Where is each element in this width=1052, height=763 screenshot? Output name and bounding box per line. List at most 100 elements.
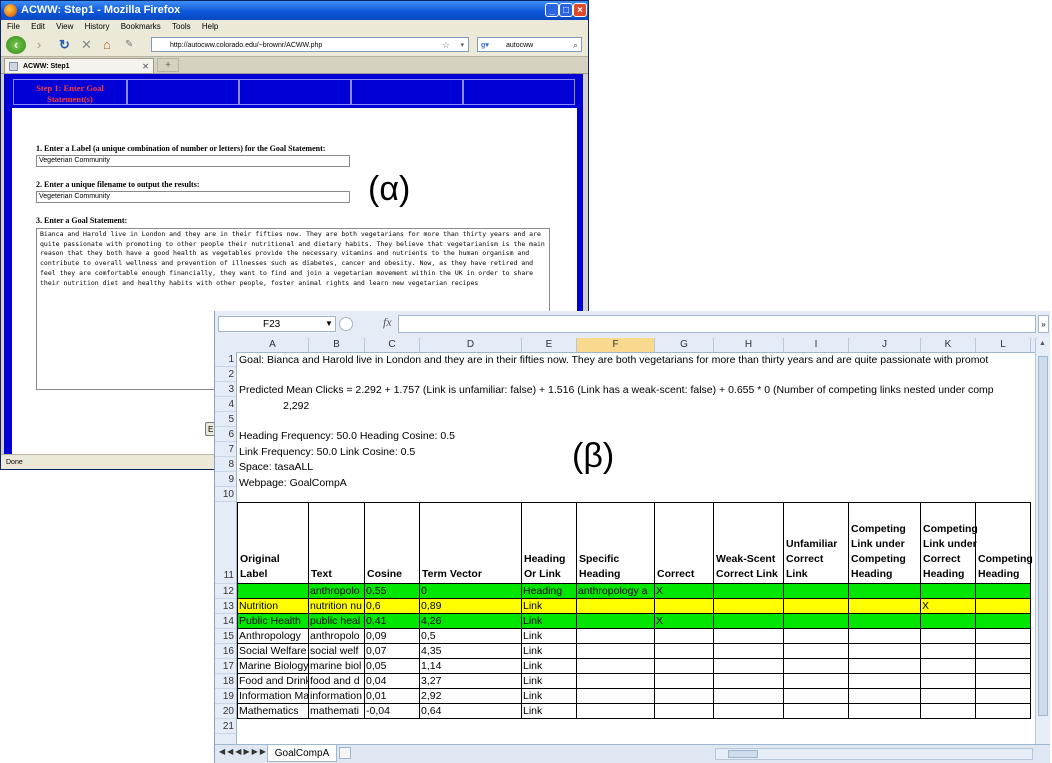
table-cell[interactable]: 0,04 bbox=[365, 674, 420, 689]
table-cell[interactable]: X bbox=[655, 584, 714, 599]
table-cell[interactable] bbox=[921, 584, 976, 599]
link-frequency-row[interactable]: Link Frequency: 50.0 Link Cosine: 0.5 bbox=[239, 446, 415, 458]
table-cell[interactable] bbox=[714, 704, 784, 719]
column-header-e[interactable]: E bbox=[522, 338, 577, 352]
table-header-cell[interactable]: Text bbox=[309, 502, 365, 584]
table-cell[interactable] bbox=[655, 689, 714, 704]
insert-function-icon[interactable]: fx bbox=[383, 315, 392, 330]
table-cell[interactable] bbox=[714, 689, 784, 704]
tab-close-icon[interactable]: ✕ bbox=[142, 59, 149, 74]
table-cell[interactable] bbox=[784, 599, 849, 614]
table-cell[interactable]: Nutrition bbox=[237, 599, 309, 614]
table-cell[interactable] bbox=[921, 644, 976, 659]
row-header-15[interactable]: 15 bbox=[215, 629, 236, 644]
table-cell[interactable] bbox=[976, 629, 1031, 644]
heading-frequency-row[interactable]: Heading Frequency: 50.0 Heading Cosine: … bbox=[239, 430, 455, 442]
table-cell[interactable]: -0,04 bbox=[365, 704, 420, 719]
table-cell[interactable]: 0,05 bbox=[365, 659, 420, 674]
table-cell[interactable] bbox=[714, 659, 784, 674]
table-cell[interactable] bbox=[976, 674, 1031, 689]
table-cell[interactable] bbox=[655, 659, 714, 674]
table-cell[interactable]: Heading bbox=[522, 584, 577, 599]
table-cell[interactable] bbox=[577, 599, 655, 614]
table-header-cell[interactable]: Cosine bbox=[365, 502, 420, 584]
scroll-up-icon[interactable]: ▲ bbox=[1039, 340, 1046, 347]
row-header-7[interactable]: 7 bbox=[215, 442, 236, 457]
row-header-14[interactable]: 14 bbox=[215, 614, 236, 629]
table-cell[interactable]: anthropolo bbox=[309, 584, 365, 599]
table-cell[interactable] bbox=[714, 629, 784, 644]
goal-text-row[interactable]: Goal: Bianca and Harold live in London a… bbox=[239, 354, 988, 366]
table-cell[interactable] bbox=[849, 629, 921, 644]
step3-tab[interactable] bbox=[239, 79, 351, 105]
table-header-cell[interactable]: Unfamiliar Correct Link bbox=[784, 502, 849, 584]
table-cell[interactable] bbox=[976, 659, 1031, 674]
formula-input[interactable] bbox=[398, 315, 1036, 333]
table-cell[interactable]: 0,09 bbox=[365, 629, 420, 644]
menu-file[interactable]: File bbox=[7, 22, 20, 31]
row-header-9[interactable]: 9 bbox=[215, 472, 236, 487]
row-header-6[interactable]: 6 bbox=[215, 427, 236, 442]
table-cell[interactable] bbox=[976, 614, 1031, 629]
table-cell[interactable] bbox=[921, 689, 976, 704]
table-cell[interactable]: Link bbox=[522, 629, 577, 644]
close-button[interactable]: × bbox=[573, 3, 587, 17]
table-cell[interactable]: 1,14 bbox=[420, 659, 522, 674]
table-cell[interactable] bbox=[655, 704, 714, 719]
url-dropdown-icon[interactable]: ▾ bbox=[460, 38, 464, 53]
table-cell[interactable] bbox=[577, 674, 655, 689]
table-cell[interactable]: social welf bbox=[309, 644, 365, 659]
row-header-12[interactable]: 12 bbox=[215, 584, 236, 599]
menu-bookmarks[interactable]: Bookmarks bbox=[121, 22, 161, 31]
column-header-g[interactable]: G bbox=[655, 338, 714, 352]
table-cell[interactable]: Link bbox=[522, 659, 577, 674]
table-cell[interactable]: 0 bbox=[420, 584, 522, 599]
table-cell[interactable] bbox=[976, 644, 1031, 659]
column-header-b[interactable]: B bbox=[309, 338, 365, 352]
table-cell[interactable] bbox=[849, 599, 921, 614]
column-header-h[interactable]: H bbox=[714, 338, 784, 352]
new-tab-button[interactable]: + bbox=[157, 58, 179, 72]
table-cell[interactable] bbox=[784, 584, 849, 599]
table-cell[interactable] bbox=[921, 659, 976, 674]
table-cell[interactable] bbox=[714, 584, 784, 599]
row-header-20[interactable]: 20 bbox=[215, 704, 236, 719]
step2-tab[interactable] bbox=[127, 79, 239, 105]
table-cell[interactable] bbox=[784, 644, 849, 659]
table-cell[interactable] bbox=[784, 704, 849, 719]
label-input[interactable]: Vegeterian Community bbox=[36, 155, 350, 167]
filename-input[interactable]: Vegeterian Community bbox=[36, 191, 350, 203]
table-header-cell[interactable]: Weak-Scent Correct Link bbox=[714, 502, 784, 584]
table-cell[interactable]: Link bbox=[522, 689, 577, 704]
table-cell[interactable]: food and d bbox=[309, 674, 365, 689]
table-cell[interactable] bbox=[237, 584, 309, 599]
table-cell[interactable]: Link bbox=[522, 644, 577, 659]
minimize-button[interactable]: _ bbox=[545, 3, 559, 17]
column-header-k[interactable]: K bbox=[921, 338, 976, 352]
table-header-cell[interactable]: Correct bbox=[655, 502, 714, 584]
table-cell[interactable]: 4,26 bbox=[420, 614, 522, 629]
table-cell[interactable]: 0,01 bbox=[365, 689, 420, 704]
table-cell[interactable] bbox=[714, 614, 784, 629]
table-cell[interactable] bbox=[849, 644, 921, 659]
space-row[interactable]: Space: tasaALL bbox=[239, 461, 313, 473]
table-cell[interactable]: Mathematics bbox=[237, 704, 309, 719]
bookmark-icon[interactable]: ✎ bbox=[125, 36, 133, 54]
table-cell[interactable] bbox=[849, 689, 921, 704]
column-header-j[interactable]: J bbox=[849, 338, 921, 352]
url-bar[interactable]: http://autocww.colorado.edu/~brownr/ACWW… bbox=[151, 37, 469, 52]
table-cell[interactable] bbox=[976, 584, 1031, 599]
table-cell[interactable] bbox=[849, 584, 921, 599]
menu-view[interactable]: View bbox=[56, 22, 73, 31]
table-cell[interactable] bbox=[976, 599, 1031, 614]
table-cell[interactable]: Food and Drink bbox=[237, 674, 309, 689]
table-header-cell[interactable]: Term Vector bbox=[420, 502, 522, 584]
table-cell[interactable]: X bbox=[655, 614, 714, 629]
table-cell[interactable] bbox=[577, 659, 655, 674]
column-header-i[interactable]: I bbox=[784, 338, 849, 352]
reload-icon[interactable]: ↻ bbox=[59, 36, 70, 54]
table-cell[interactable] bbox=[849, 674, 921, 689]
table-cell[interactable] bbox=[655, 644, 714, 659]
table-header-cell[interactable]: Competing Heading bbox=[976, 502, 1033, 584]
row-header-4[interactable]: 4 bbox=[215, 397, 236, 412]
